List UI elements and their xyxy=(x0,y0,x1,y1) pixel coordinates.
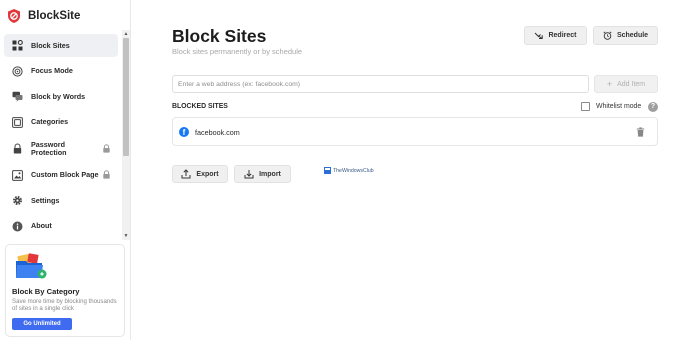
lock-icon xyxy=(103,170,110,179)
gear-icon xyxy=(12,195,23,206)
block-sites-icon xyxy=(12,40,23,51)
custom-page-icon xyxy=(12,169,23,181)
watermark: TheWindowsClub xyxy=(324,166,374,175)
whitelist-checkbox[interactable] xyxy=(581,102,590,111)
sidebar-item-about[interactable]: About xyxy=(4,215,118,238)
schedule-button[interactable]: Schedule xyxy=(593,26,658,45)
export-label: Export xyxy=(196,170,219,178)
blocksite-app: BlockSite Block Sites Focus Mode Block b… xyxy=(0,0,700,340)
sidebar-item-label: Custom Block Page xyxy=(31,170,99,179)
sidebar-item-label: Categories xyxy=(31,117,69,126)
redirect-arrow-icon xyxy=(534,31,544,40)
sidebar-item-categories[interactable]: Categories xyxy=(4,111,118,134)
promo-text: Save more time by blocking thousands of … xyxy=(12,298,117,313)
folder-illustration-icon xyxy=(16,253,47,279)
trash-icon[interactable] xyxy=(636,127,645,137)
focus-mode-icon xyxy=(12,65,23,77)
blocked-site-row: f facebook.com xyxy=(172,117,658,146)
redirect-button[interactable]: Redirect xyxy=(524,26,587,45)
sidebar-nav: Block Sites Focus Mode Block by Words Ca… xyxy=(0,30,131,240)
sidebar-item-password-protection[interactable]: Password Protection xyxy=(4,136,118,161)
page-subtitle: Block sites permanently or by schedule xyxy=(172,47,303,56)
sidebar-item-label: Block by Words xyxy=(31,91,86,101)
plus-icon: + xyxy=(606,79,613,89)
sidebar-item-custom-block-page[interactable]: Custom Block Page xyxy=(4,164,118,187)
categories-icon xyxy=(12,116,23,128)
sidebar-item-label: About xyxy=(31,221,52,230)
import-label: Import xyxy=(259,170,281,178)
scroll-up-arrow-icon[interactable]: ▲ xyxy=(123,31,129,37)
blocked-sites-heading: BLOCKED SITES xyxy=(172,103,228,110)
chat-bubble-icon xyxy=(12,91,23,102)
sidebar-scrollbar[interactable]: ▲ ▼ xyxy=(122,30,130,240)
sidebar-item-label: Settings xyxy=(31,195,60,205)
sidebar-item-settings[interactable]: Settings xyxy=(4,189,118,212)
password-lock-icon xyxy=(12,143,23,154)
blocksite-logo-icon xyxy=(8,9,20,23)
sidebar-item-label: Block Sites xyxy=(31,40,70,50)
sidebar-item-label: Focus Mode xyxy=(31,66,73,75)
whitelist-mode-toggle[interactable]: Whitelist mode xyxy=(581,101,641,112)
schedule-label: Schedule xyxy=(616,32,649,39)
add-item-button[interactable]: + Add Item xyxy=(594,75,658,93)
brand: BlockSite xyxy=(6,6,80,26)
page-title: Block Sites xyxy=(172,26,267,46)
import-download-icon xyxy=(244,170,254,179)
go-unlimited-button[interactable]: Go Unlimited xyxy=(12,318,72,330)
import-button[interactable]: Import xyxy=(234,165,291,183)
windows-club-logo-icon xyxy=(324,167,331,174)
sidebar-item-block-sites[interactable]: Block Sites xyxy=(4,34,118,57)
help-icon[interactable]: ? xyxy=(648,102,658,112)
web-address-input[interactable] xyxy=(172,75,589,93)
info-icon xyxy=(12,221,23,232)
whitelist-label: Whitelist mode xyxy=(596,103,642,110)
sidebar-item-label: Password Protection xyxy=(31,139,67,157)
alarm-clock-icon xyxy=(603,31,612,40)
watermark-text: TheWindowsClub xyxy=(333,167,374,174)
scrollbar-thumb[interactable] xyxy=(123,38,129,156)
sidebar-item-block-by-words[interactable]: Block by Words xyxy=(4,85,118,108)
promo-card: Block By Category Save more time by bloc… xyxy=(5,244,125,337)
lock-icon xyxy=(103,143,110,153)
add-item-label: Add Item xyxy=(617,80,646,88)
promo-title: Block By Category xyxy=(12,287,80,296)
facebook-favicon-icon: f xyxy=(179,127,189,137)
scroll-down-arrow-icon[interactable]: ▼ xyxy=(123,233,129,239)
blocked-site-name: facebook.com xyxy=(195,128,240,137)
app-name: BlockSite xyxy=(28,10,81,22)
redirect-label: Redirect xyxy=(548,32,577,39)
sidebar: BlockSite Block Sites Focus Mode Block b… xyxy=(0,0,131,340)
sidebar-item-focus-mode[interactable]: Focus Mode xyxy=(4,60,118,83)
export-button[interactable]: Export xyxy=(172,165,228,183)
export-upload-icon xyxy=(181,169,191,179)
